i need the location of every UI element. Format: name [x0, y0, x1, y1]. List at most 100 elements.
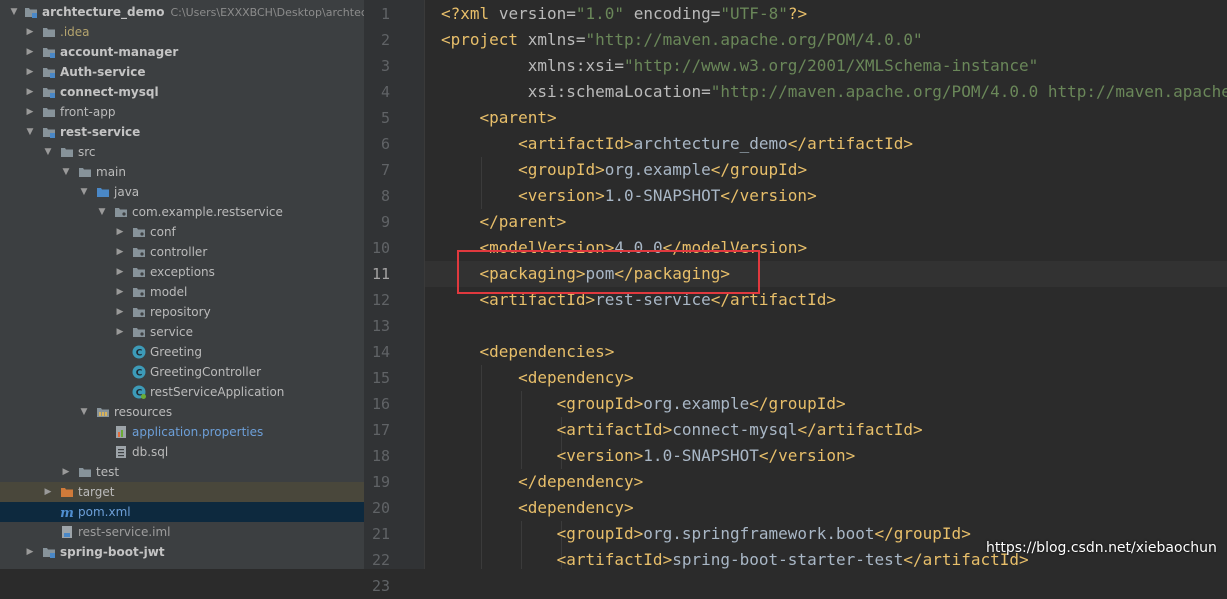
chevron-right-icon[interactable]: ▶ — [114, 282, 126, 302]
tree-item-greeting[interactable]: C Greeting — [0, 342, 364, 362]
line-number[interactable]: 4 — [364, 79, 390, 105]
line-number[interactable]: 5 — [364, 105, 390, 131]
chevron-down-icon[interactable]: ▼ — [60, 162, 72, 182]
tree-item-front-app[interactable]: ▶ front-app — [0, 102, 364, 122]
line-number[interactable]: 7 — [364, 157, 390, 183]
chevron-right-icon[interactable]: ▶ — [24, 82, 36, 102]
tree-item-idea[interactable]: ▶ .idea — [0, 22, 364, 42]
chevron-right-icon[interactable]: ▶ — [114, 262, 126, 282]
code-line[interactable]: <artifactId>spring-boot-starter-test</ar… — [441, 547, 1029, 569]
line-number[interactable]: 19 — [364, 469, 390, 495]
chevron-down-icon[interactable]: ▼ — [24, 122, 36, 142]
code-line[interactable]: <project xmlns="http://maven.apache.org/… — [441, 27, 923, 53]
chevron-right-icon[interactable]: ▶ — [114, 302, 126, 322]
chevron-right-icon[interactable]: ▶ — [24, 42, 36, 62]
line-number[interactable]: 14 — [364, 339, 390, 365]
tree-item-rest-service[interactable]: ▼ rest-service — [0, 122, 364, 142]
tree-item-pom-xml[interactable]: m pom.xml — [0, 502, 364, 522]
code-line[interactable]: <dependency> — [441, 365, 634, 391]
line-number[interactable]: 12 — [364, 287, 390, 313]
code-line[interactable]: <dependency> — [441, 495, 634, 521]
line-number[interactable]: 10 — [364, 235, 390, 261]
line-number[interactable]: 9 — [364, 209, 390, 235]
package-icon — [133, 248, 145, 257]
line-number[interactable]: 13 — [364, 313, 390, 339]
tree-item-greeting-controller[interactable]: C GreetingController — [0, 362, 364, 382]
tree-item-label: rest-service — [60, 125, 141, 139]
line-number[interactable]: 22 — [364, 547, 390, 573]
spring-class-icon: C — [132, 385, 146, 399]
tree-item-spring-boot-jwt[interactable]: ▶ spring-boot-jwt — [0, 542, 364, 562]
tree-item-resources[interactable]: ▼ resources — [0, 402, 364, 422]
line-number[interactable]: 18 — [364, 443, 390, 469]
code-line[interactable]: <artifactId>archtecture_demo</artifactId… — [441, 131, 913, 157]
tree-item-db-sql[interactable]: db.sql — [0, 442, 364, 462]
tree-item-target[interactable]: ▶ target — [0, 482, 364, 502]
chevron-down-icon[interactable]: ▼ — [8, 2, 20, 22]
chevron-right-icon[interactable]: ▶ — [42, 482, 54, 502]
tree-item-label: Greeting — [150, 345, 202, 359]
line-number[interactable]: 21 — [364, 521, 390, 547]
chevron-right-icon[interactable]: ▶ — [24, 542, 36, 562]
code-line[interactable]: <parent> — [441, 105, 557, 131]
tree-item-package-root[interactable]: ▼ com.example.restservice — [0, 202, 364, 222]
tree-item-auth-service[interactable]: ▶ Auth-service — [0, 62, 364, 82]
code-line[interactable]: <artifactId>connect-mysql</artifactId> — [441, 417, 923, 443]
chevron-down-icon[interactable]: ▼ — [42, 142, 54, 162]
code-line[interactable]: <version>1.0-SNAPSHOT</version> — [441, 443, 856, 469]
tree-item-repository[interactable]: ▶ repository — [0, 302, 364, 322]
chevron-right-icon[interactable]: ▶ — [24, 102, 36, 122]
tree-item-src[interactable]: ▼ src — [0, 142, 364, 162]
line-number[interactable]: 16 — [364, 391, 390, 417]
code-line[interactable]: xsi:schemaLocation="http://maven.apache.… — [441, 79, 1227, 105]
code-line[interactable]: </parent> — [441, 209, 567, 235]
line-number[interactable]: 8 — [364, 183, 390, 209]
editor-gutter[interactable]: 1 2 3 4 5 6 7 8 9 10 11 12 13 14 15 16 17 18 19 20 21 22 23 — [364, 0, 439, 595]
code-line[interactable]: <?xml version="1.0" encoding="UTF-8"?> — [441, 1, 807, 27]
code-line[interactable]: </dependency> — [441, 469, 643, 495]
tree-item-service[interactable]: ▶ service — [0, 322, 364, 342]
line-number[interactable]: 2 — [364, 27, 390, 53]
package-icon — [133, 268, 145, 277]
tree-item-exceptions[interactable]: ▶ exceptions — [0, 262, 364, 282]
tree-item-controller[interactable]: ▶ controller — [0, 242, 364, 262]
class-icon: C — [132, 345, 146, 359]
line-number[interactable]: 23 — [364, 573, 390, 599]
excluded-folder-icon — [61, 488, 73, 497]
code-line[interactable]: <groupId>org.example</groupId> — [441, 157, 807, 183]
chevron-down-icon[interactable]: ▼ — [78, 402, 90, 422]
code-line[interactable]: <dependencies> — [441, 339, 615, 365]
chevron-right-icon[interactable]: ▶ — [24, 22, 36, 42]
tree-item-model[interactable]: ▶ model — [0, 282, 364, 302]
chevron-right-icon[interactable]: ▶ — [60, 462, 72, 482]
line-number[interactable]: 20 — [364, 495, 390, 521]
code-line[interactable]: <groupId>org.example</groupId> — [441, 391, 846, 417]
tree-item-java[interactable]: ▼ java — [0, 182, 364, 202]
tree-item-main[interactable]: ▼ main — [0, 162, 364, 182]
tree-item-label: rest-service.iml — [78, 525, 171, 539]
tree-item-test[interactable]: ▶ test — [0, 462, 364, 482]
line-number[interactable]: 1 — [364, 1, 390, 27]
tree-item-account-manager[interactable]: ▶ account-manager — [0, 42, 364, 62]
tree-item-rest-service-application[interactable]: C restServiceApplication — [0, 382, 364, 402]
chevron-down-icon[interactable]: ▼ — [96, 202, 108, 222]
line-number[interactable]: 11 — [364, 261, 390, 287]
code-line[interactable]: xmlns:xsi="http://www.w3.org/2001/XMLSch… — [441, 53, 1039, 79]
line-number[interactable]: 6 — [364, 131, 390, 157]
line-number[interactable]: 17 — [364, 417, 390, 443]
line-number[interactable]: 15 — [364, 365, 390, 391]
chevron-right-icon[interactable]: ▶ — [24, 62, 36, 82]
tree-root[interactable]: ▼ archtecture_demo C:\Users\EXXXBCH\Deskt… — [0, 2, 364, 22]
chevron-right-icon[interactable]: ▶ — [114, 322, 126, 342]
tree-item-connect-mysql[interactable]: ▶ connect-mysql — [0, 82, 364, 102]
tree-item-application-properties[interactable]: application.properties — [0, 422, 364, 442]
project-tree[interactable]: ▼ archtecture_demo C:\Users\EXXXBCH\Deskt… — [0, 0, 365, 569]
line-number[interactable]: 3 — [364, 53, 390, 79]
code-line[interactable]: <version>1.0-SNAPSHOT</version> — [441, 183, 817, 209]
chevron-down-icon[interactable]: ▼ — [78, 182, 90, 202]
chevron-right-icon[interactable]: ▶ — [114, 242, 126, 262]
tree-item-conf[interactable]: ▶ conf — [0, 222, 364, 242]
code-line[interactable]: <groupId>org.springframework.boot</group… — [441, 521, 971, 547]
chevron-right-icon[interactable]: ▶ — [114, 222, 126, 242]
tree-item-rest-service-iml[interactable]: rest-service.iml — [0, 522, 364, 542]
